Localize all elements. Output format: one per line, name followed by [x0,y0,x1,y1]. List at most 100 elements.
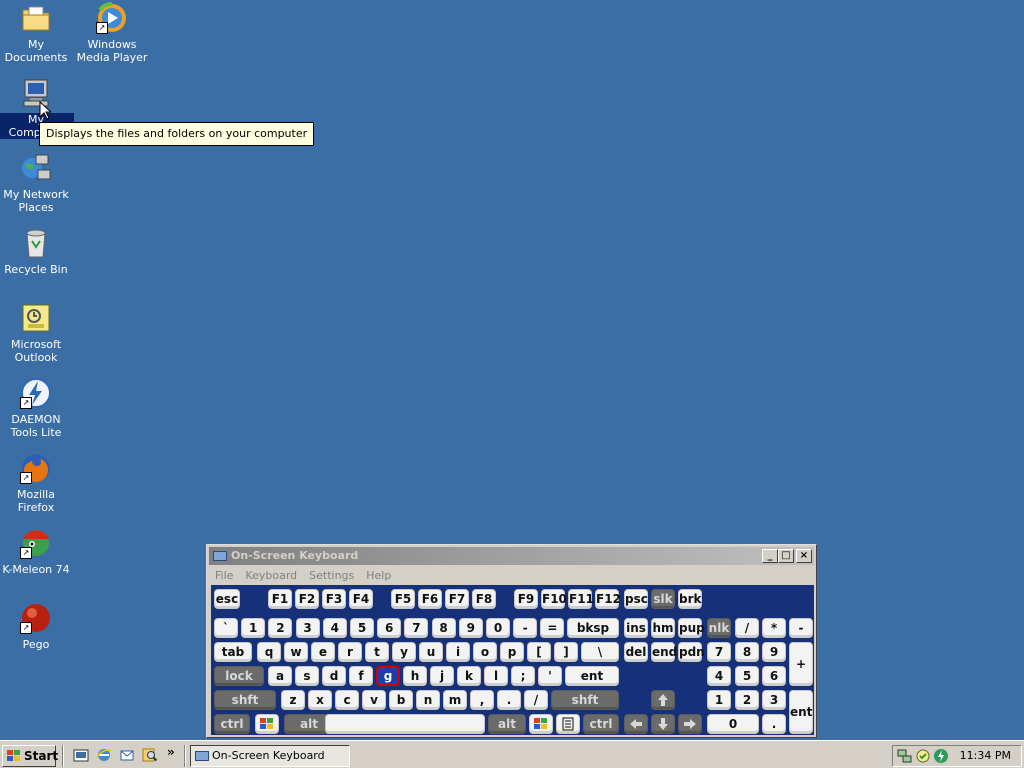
key-z[interactable]: z [281,690,305,710]
key-a[interactable]: a [268,666,292,686]
key-9-numpad[interactable]: 9 [762,642,786,662]
menu-settings[interactable]: Settings [303,569,360,582]
key-x[interactable]: x [308,690,332,710]
key-nlk[interactable]: nlk [707,618,731,638]
menu-keyboard[interactable]: Keyboard [239,569,303,582]
key-slash[interactable]: / [524,690,548,710]
key-f11[interactable]: F11 [568,589,594,609]
key-l[interactable]: l [484,666,508,686]
key-shft-right[interactable]: shft [551,690,619,710]
security-icon[interactable] [915,748,931,764]
key-backslash[interactable]: \ [581,642,619,662]
desktop-icon-daemon-tools[interactable]: ↗ DAEMON Tools Lite [0,377,74,439]
key-semicolon[interactable]: ; [511,666,535,686]
outlook-express-icon[interactable] [119,747,135,763]
key-backtick[interactable]: ` [214,618,238,638]
desktop-icon-media-player[interactable]: ↗ Windows Media Player [74,2,150,64]
desktop-icon-firefox[interactable]: ↗ Mozilla Firefox [0,452,74,514]
taskbar-item-on-screen-keyboard[interactable]: On-Screen Keyboard [190,745,350,767]
key-hm[interactable]: hm [651,618,675,638]
key-b[interactable]: b [389,690,413,710]
key-c[interactable]: c [335,690,359,710]
desktop-icon-network-places[interactable]: My Network Places [0,152,74,214]
key-m[interactable]: m [443,690,467,710]
key-equals[interactable]: = [540,618,565,638]
key-o[interactable]: o [473,642,497,662]
key-shft-left[interactable]: shft [214,690,276,710]
key-t[interactable]: t [365,642,389,662]
desktop-icon-recycle-bin[interactable]: Recycle Bin [0,227,74,276]
desktop-icon-outlook[interactable]: Microsoft Outlook [0,302,74,364]
network-status-icon[interactable] [897,748,913,764]
maximize-button[interactable]: □ [778,549,794,563]
key-d[interactable]: d [322,666,346,686]
key-esc[interactable]: esc [214,589,240,609]
quick-launch-chevron[interactable]: » [167,745,175,759]
key-f[interactable]: f [349,666,373,686]
key-v[interactable]: v [362,690,386,710]
key-ins[interactable]: ins [624,618,648,638]
internet-explorer-icon[interactable] [96,747,112,763]
key-3[interactable]: 3 [295,618,320,638]
key-w[interactable]: w [284,642,308,662]
key-5[interactable]: 5 [350,618,374,638]
key-s[interactable]: s [295,666,319,686]
key-f2[interactable]: F2 [295,589,319,609]
key-r[interactable]: r [338,642,362,662]
key-5-numpad[interactable]: 5 [735,666,759,686]
key-ent-numpad[interactable]: ent [789,690,813,734]
key-psc[interactable]: psc [624,589,648,609]
key-f8[interactable]: F8 [472,589,496,609]
key-brk[interactable]: brk [678,589,702,609]
key-tab[interactable]: tab [214,642,252,662]
key-lbracket[interactable]: [ [527,642,551,662]
window-titlebar[interactable]: On-Screen Keyboard _ □ × [209,547,814,565]
key-6-numpad[interactable]: 6 [762,666,786,686]
key-quote[interactable]: ' [538,666,562,686]
key-space[interactable] [325,714,485,734]
menu-file[interactable]: File [209,569,239,582]
key-7-numpad[interactable]: 7 [707,642,731,662]
key-minus-numpad[interactable]: - [789,618,813,638]
key-4-numpad[interactable]: 4 [707,666,731,686]
key-f5[interactable]: F5 [391,589,415,609]
key-0[interactable]: 0 [486,618,510,638]
key-1-numpad[interactable]: 1 [707,690,731,710]
key-bksp[interactable]: bksp [567,618,619,638]
key-application-menu[interactable] [556,714,580,734]
key-f9[interactable]: F9 [514,589,538,609]
key-8-numpad[interactable]: 8 [735,642,759,662]
key-f6[interactable]: F6 [418,589,442,609]
key-windows-right[interactable] [529,714,553,734]
key-comma[interactable]: , [470,690,494,710]
key-f4[interactable]: F4 [349,589,373,609]
desktop-icon-my-documents[interactable]: My Documents [0,2,74,64]
key-minus-main[interactable]: - [513,618,538,638]
key-slash[interactable]: / [735,618,759,638]
key-j[interactable]: j [430,666,454,686]
key-f10[interactable]: F10 [541,589,567,609]
key-g[interactable]: g [376,666,400,686]
key-pup[interactable]: pup [678,618,705,638]
start-button[interactable]: Start [2,745,58,767]
key-n[interactable]: n [416,690,440,710]
key-period-numpad[interactable]: . [762,714,786,734]
key-f3[interactable]: F3 [322,589,346,609]
key-8[interactable]: 8 [431,618,456,638]
key-u[interactable]: u [419,642,443,662]
key-del[interactable]: del [624,642,648,662]
key-6[interactable]: 6 [377,618,402,638]
key-arrow-left[interactable] [624,714,648,734]
key-alt-right[interactable]: alt [488,714,526,734]
key-pdn[interactable]: pdn [678,642,705,662]
daemon-tools-tray-icon[interactable] [933,748,949,764]
key-0-numpad[interactable]: 0 [707,714,759,734]
key-p[interactable]: p [500,642,524,662]
key-slk[interactable]: slk [651,589,675,609]
menu-help[interactable]: Help [360,569,397,582]
key-arrow-down[interactable] [651,714,675,734]
key-ctrl-right[interactable]: ctrl [583,714,619,734]
key-2-numpad[interactable]: 2 [735,690,759,710]
key-rbracket[interactable]: ] [554,642,578,662]
key-arrow-right[interactable] [678,714,702,734]
